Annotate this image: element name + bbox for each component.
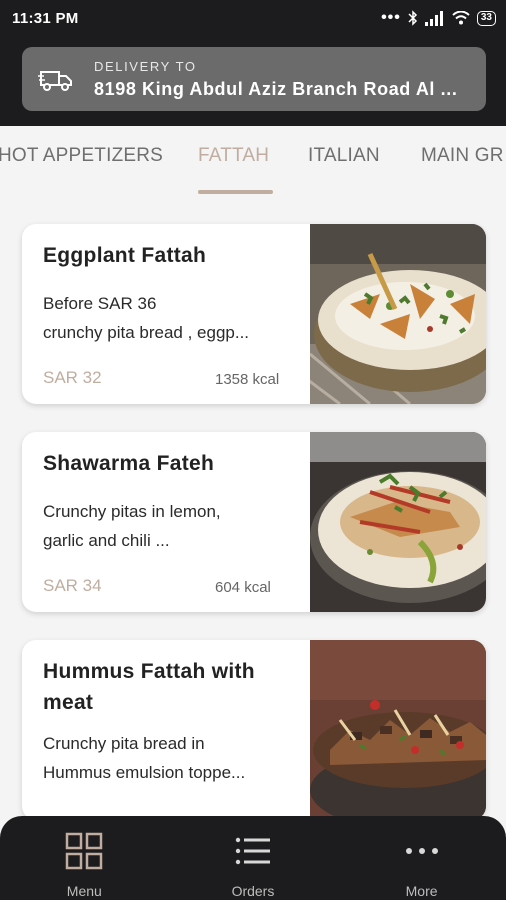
tab-hot-appetizers[interactable]: HOT APPETIZERS <box>0 145 163 167</box>
status-bar: 11:31 PM ••• 33 <box>0 0 506 36</box>
menu-item-title: Shawarma Fateh <box>43 452 215 475</box>
tab-main-grills[interactable]: MAIN GR <box>421 145 504 167</box>
category-tabs: HOT APPETIZERS FATTAH ITALIAN MAIN GR <box>0 126 506 200</box>
menu-item-list: Eggplant Fattah Before SAR 36 crunchy pi… <box>0 200 506 816</box>
menu-item-card[interactable]: Shawarma Fateh Crunchy pitas in lemon, g… <box>22 432 486 612</box>
notification-dots-icon: ••• <box>381 9 401 26</box>
nav-label-orders: Orders <box>231 883 275 899</box>
nav-orders[interactable]: Orders <box>169 816 338 900</box>
bottom-navigation: Menu Orders More <box>0 816 506 900</box>
active-tab-indicator <box>198 190 273 194</box>
menu-item-card[interactable]: Eggplant Fattah Before SAR 36 crunchy pi… <box>22 224 486 404</box>
nav-menu[interactable]: Menu <box>0 816 169 900</box>
eggplant-fattah-photo <box>310 224 486 404</box>
delivery-address-selector[interactable]: DELIVERY TO 8198 King Abdul Aziz Branch … <box>22 47 486 111</box>
menu-item-calories: 604 kcal <box>215 579 271 596</box>
more-dots-icon <box>405 848 438 854</box>
menu-item-description: Crunchy pitas in lemon, garlic and chili… <box>43 502 221 550</box>
menu-item-description: Before SAR 36 crunchy pita bread , eggp.… <box>43 294 250 342</box>
menu-item-price: SAR 34 <box>43 576 102 595</box>
menu-item-description: Crunchy pita bread in Hummus emulsion to… <box>43 734 246 782</box>
shawarma-fateh-photo <box>310 432 486 612</box>
bluetooth-icon <box>408 10 417 26</box>
delivery-label: DELIVERY TO <box>94 58 197 74</box>
status-icons: ••• 33 <box>381 9 496 27</box>
hummus-fattah-photo <box>310 640 486 816</box>
list-icon <box>235 837 270 865</box>
tab-fattah[interactable]: FATTAH <box>198 145 269 167</box>
nav-label-menu: Menu <box>66 883 102 899</box>
tab-italian[interactable]: ITALIAN <box>308 145 380 167</box>
menu-item-calories: 1358 kcal <box>215 371 280 388</box>
battery-icon: 33 <box>476 10 496 26</box>
nav-more[interactable]: More <box>337 816 506 900</box>
menu-item-price: SAR 32 <box>43 368 102 387</box>
delivery-truck-icon <box>38 71 72 91</box>
signal-icon <box>424 10 443 26</box>
header: DELIVERY TO 8198 King Abdul Aziz Branch … <box>0 36 506 126</box>
menu-item-title: Hummus Fattah with meat <box>43 660 255 714</box>
grid-icon <box>66 832 103 870</box>
menu-item-card[interactable]: Hummus Fattah with meat Crunchy pita bre… <box>22 640 486 816</box>
nav-label-more: More <box>405 883 438 899</box>
wifi-icon <box>452 11 470 25</box>
status-time: 11:31 PM <box>12 9 79 27</box>
menu-item-title: Eggplant Fattah <box>43 244 207 267</box>
delivery-address: 8198 King Abdul Aziz Branch Road Al ... <box>94 78 458 99</box>
